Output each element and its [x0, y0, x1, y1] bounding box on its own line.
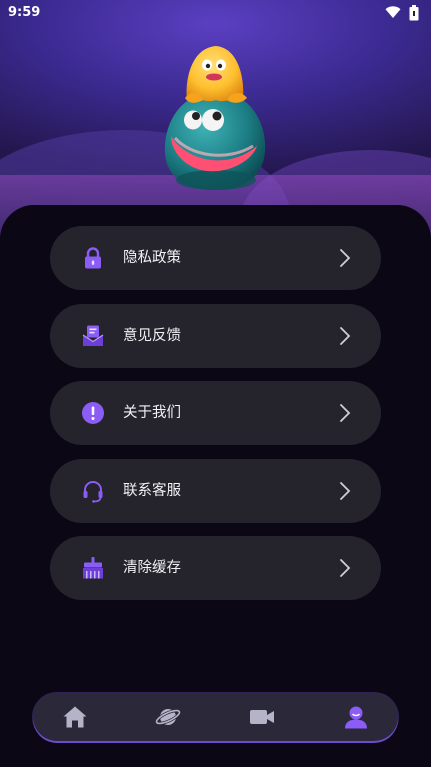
feedback-mail-icon — [82, 325, 104, 346]
planet-icon[interactable] — [155, 705, 181, 729]
menu-item-label: 关于我们 — [123, 405, 181, 421]
chevron-right-icon — [340, 327, 351, 345]
chevron-right-icon — [340, 559, 351, 577]
menu-item-label: 隐私政策 — [123, 250, 181, 266]
battery-icon — [409, 5, 419, 21]
broom-icon — [83, 557, 103, 579]
chevron-right-icon — [340, 404, 351, 422]
status-bar: 9:59 — [0, 0, 431, 26]
home-icon[interactable] — [62, 705, 88, 729]
bottom-tab-bar — [33, 693, 398, 741]
status-time: 9:59 — [8, 5, 41, 20]
info-exclamation-icon — [82, 402, 104, 424]
menu-item-contact-support[interactable]: 联系客服 — [50, 459, 381, 523]
user-icon[interactable] — [343, 705, 369, 729]
headset-icon — [83, 481, 103, 503]
lock-icon — [85, 247, 101, 269]
menu-item-clear-cache[interactable]: 清除缓存 — [50, 536, 381, 600]
mascot-illustration — [164, 46, 266, 190]
menu-item-label: 联系客服 — [123, 483, 181, 499]
menu-item-about-us[interactable]: 关于我们 — [50, 381, 381, 445]
menu-item-label: 意见反馈 — [123, 328, 181, 344]
menu-item-feedback[interactable]: 意见反馈 — [50, 304, 381, 368]
menu-item-privacy-policy[interactable]: 隐私政策 — [50, 226, 381, 290]
chevron-right-icon — [340, 482, 351, 500]
chevron-right-icon — [340, 249, 351, 267]
menu-item-label: 清除缓存 — [123, 560, 181, 576]
wifi-icon — [385, 6, 401, 18]
video-camera-icon[interactable] — [249, 705, 275, 729]
